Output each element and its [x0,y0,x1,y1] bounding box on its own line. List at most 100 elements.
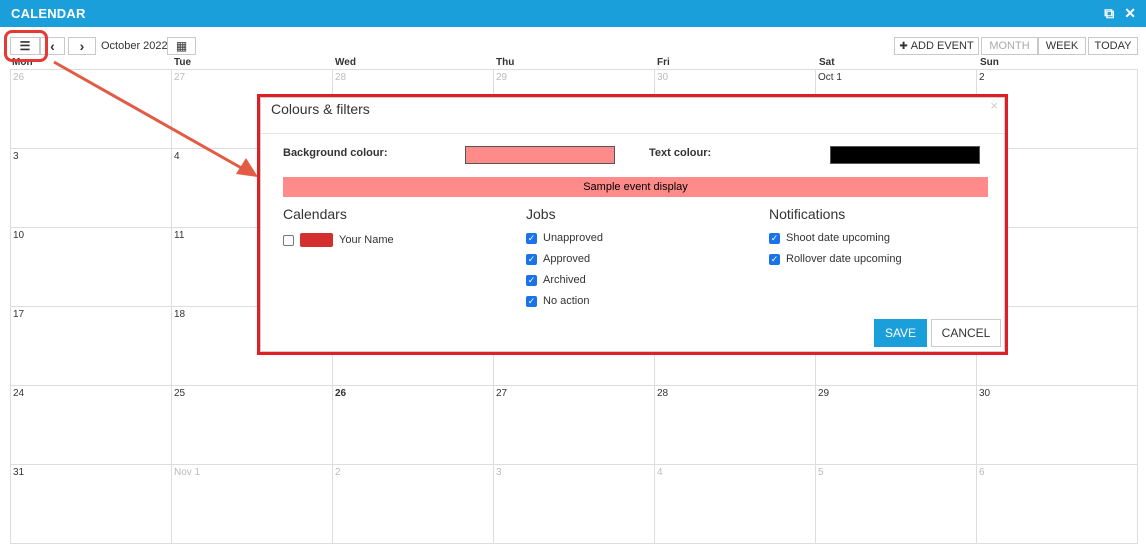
job-filter-archived[interactable]: ✓ Archived [526,274,586,286]
notification-filter-label: Rollover date upcoming [786,253,902,265]
text-colour-picker[interactable] [830,146,980,164]
checkbox-checked-icon[interactable]: ✓ [526,274,537,286]
day-number: 26 [335,388,347,399]
restore-icon[interactable]: ⧉ [1104,5,1114,21]
menu-highlight-annotation [4,30,48,62]
calendar-toolbar: ☰ ‹ › October 2022 ▦ ✚ ADD EVENT MONTH W… [0,36,1146,56]
day-cell[interactable]: 3 [494,465,655,544]
background-colour-picker[interactable] [465,146,615,164]
notifications-section-title: Notifications [769,206,846,222]
close-icon[interactable]: ✕ [1124,5,1136,21]
cancel-button[interactable]: CANCEL [931,319,1001,347]
day-cell[interactable]: 26 [11,70,172,149]
day-cell[interactable]: 30 [977,386,1138,465]
day-number: 4 [657,467,663,478]
calendars-section-title: Calendars [283,206,347,222]
day-cell[interactable]: 29 [816,386,977,465]
day-cell[interactable]: 4 [655,465,816,544]
week-view-label: WEEK [1045,40,1079,52]
day-cell[interactable]: 3 [11,149,172,228]
job-filter-label: Approved [543,253,591,265]
day-cell[interactable]: 27 [494,386,655,465]
day-cell[interactable]: 2 [333,465,494,544]
day-header-sun: Sun [980,57,999,68]
day-number: 25 [174,388,186,399]
chevron-left-icon: ‹ [50,38,55,54]
day-cell[interactable]: 25 [172,386,333,465]
checkbox-unchecked[interactable] [283,234,294,246]
day-header-thu: Thu [496,57,515,68]
day-cell[interactable]: 6 [977,465,1138,544]
calendar-name-label: Your Name [339,234,394,246]
day-cell[interactable]: 5 [816,465,977,544]
day-number: Nov 1 [174,467,201,478]
text-colour-label: Text colour: [649,147,712,159]
jobs-section-title: Jobs [526,206,556,222]
background-colour-label: Background colour: [283,147,388,159]
calendar-filter-your-name[interactable]: Your Name [283,233,394,247]
dialog-title: Colours & filters [271,101,370,117]
day-cell[interactable]: Nov 1 [172,465,333,544]
day-cell-today[interactable]: 26 [333,386,494,465]
day-number: 27 [174,72,186,83]
week-row: 24 25 26 27 28 29 30 [11,386,1138,465]
today-button[interactable]: TODAY [1088,37,1138,55]
day-cell[interactable]: 24 [11,386,172,465]
week-view-button[interactable]: WEEK [1038,37,1086,55]
today-label: TODAY [1094,40,1132,52]
day-number: 28 [335,72,347,83]
day-number: 26 [13,72,25,83]
day-number: 17 [13,309,25,320]
job-filter-approved[interactable]: ✓ Approved [526,253,590,265]
day-header-wed: Wed [335,57,356,68]
job-filter-unapproved[interactable]: ✓ Unapproved [526,232,603,244]
job-filter-no-action[interactable]: ✓ No action [526,295,589,307]
day-number: 11 [174,230,185,241]
day-cell[interactable]: 17 [11,307,172,386]
day-headers: Mon Tue Wed Thu Fri Sat Sun [10,57,1138,69]
dialog-close-icon[interactable]: × [990,98,998,113]
checkbox-checked-icon[interactable]: ✓ [526,232,537,244]
next-month-button[interactable]: › [68,37,96,55]
day-cell[interactable]: 31 [11,465,172,544]
notification-filter-rollover-date[interactable]: ✓ Rollover date upcoming [769,253,902,265]
day-number: 29 [496,72,508,83]
day-cell[interactable]: 10 [11,228,172,307]
day-number: 29 [818,388,830,399]
calendar-icon: ▦ [175,39,188,53]
add-event-label: ADD EVENT [910,40,974,52]
plus-icon: ✚ [899,40,908,52]
day-number: 4 [174,151,180,162]
window-title: CALENDAR [11,6,86,21]
day-number: 6 [979,467,985,478]
dialog-header: Colours & filters × [261,98,1004,134]
day-number: 30 [657,72,669,83]
month-grid: Mon Tue Wed Thu Fri Sat Sun 26 27 28 29 … [10,57,1138,544]
month-view-label: MONTH [989,40,1030,52]
day-number: 3 [496,467,502,478]
job-filter-label: Unapproved [543,232,603,244]
date-picker-button[interactable]: ▦ [167,37,196,55]
day-header-fri: Fri [657,57,670,68]
save-button[interactable]: SAVE [874,319,927,347]
day-number: 3 [13,151,19,162]
day-number: 31 [13,467,25,478]
title-bar: CALENDAR ⧉ ✕ [0,0,1146,27]
day-number: 28 [657,388,669,399]
chevron-right-icon: › [79,38,85,54]
day-cell[interactable]: 28 [655,386,816,465]
add-event-button[interactable]: ✚ ADD EVENT [894,37,979,55]
day-number: 30 [979,388,991,399]
checkbox-checked-icon[interactable]: ✓ [526,295,537,307]
notification-filter-label: Shoot date upcoming [786,232,890,244]
month-view-button[interactable]: MONTH [981,37,1038,55]
sample-event-display: Sample event display [283,177,988,197]
checkbox-checked-icon[interactable]: ✓ [769,253,780,265]
checkbox-checked-icon[interactable]: ✓ [769,232,780,244]
day-number: 2 [979,72,985,83]
day-number: 2 [335,467,341,478]
checkbox-checked-icon[interactable]: ✓ [526,253,537,265]
current-month-label: October 2022 [101,40,168,52]
notification-filter-shoot-date[interactable]: ✓ Shoot date upcoming [769,232,890,244]
day-number: 5 [818,467,824,478]
